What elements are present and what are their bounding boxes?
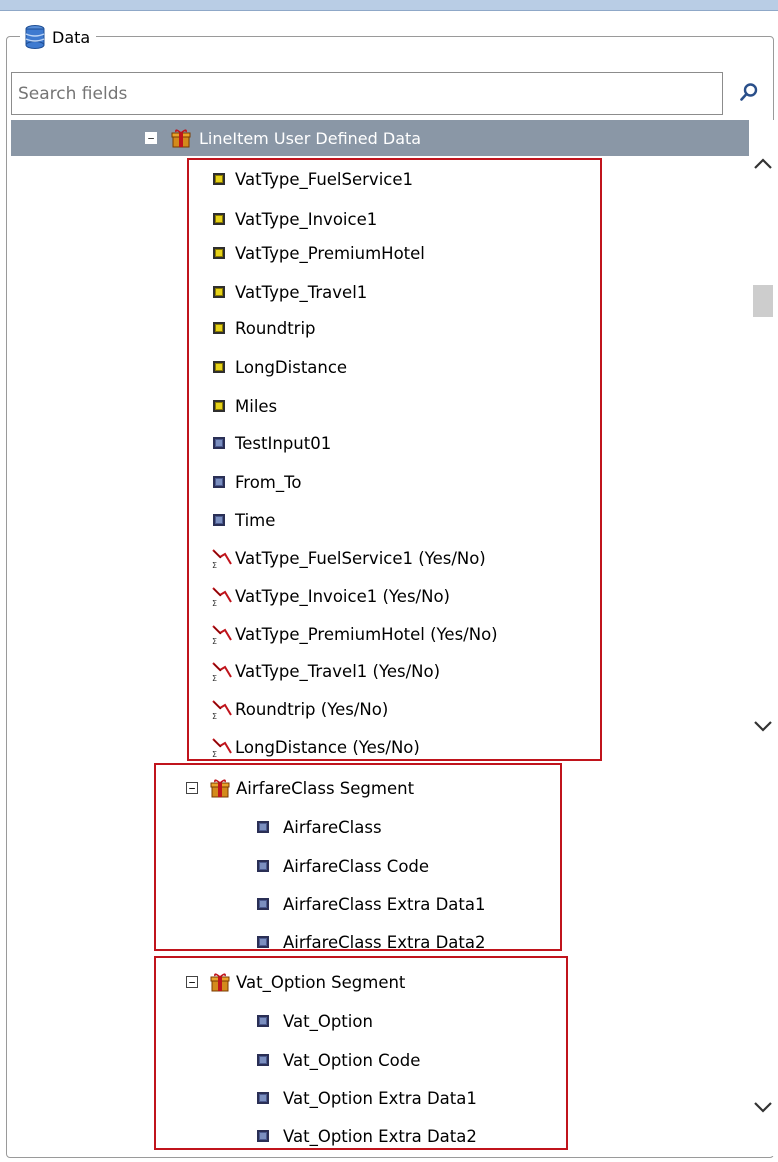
scroll-down-arrow-icon[interactable] <box>751 714 775 738</box>
panel-title: Data <box>52 27 91 47</box>
window-top-strip <box>0 0 778 11</box>
tree-node-label: LineItem User Defined Data <box>199 128 422 148</box>
search-icon <box>739 82 759 106</box>
highlight-box-vat-segment <box>154 956 568 1150</box>
scroll-down-arrow-icon[interactable] <box>751 1095 775 1119</box>
gift-box-icon <box>171 128 191 148</box>
vertical-scrollbar[interactable] <box>749 120 775 1156</box>
data-panel-header: Data <box>20 22 97 52</box>
search-button[interactable] <box>726 72 772 115</box>
search-input[interactable] <box>12 73 722 114</box>
search-field-container <box>11 72 723 115</box>
collapse-minus-icon[interactable]: − <box>145 132 157 144</box>
highlight-box-airfare-segment <box>154 763 562 951</box>
field-tree: − LineItem User Defined Data VatType_Fue… <box>11 120 749 1158</box>
tree-node-lineitem-user-defined-data[interactable]: − LineItem User Defined Data <box>11 120 749 156</box>
database-icon <box>24 24 46 50</box>
highlight-box-lineitem-fields <box>187 158 602 761</box>
scroll-up-arrow-icon[interactable] <box>751 152 775 176</box>
scrollbar-thumb[interactable] <box>753 285 773 317</box>
